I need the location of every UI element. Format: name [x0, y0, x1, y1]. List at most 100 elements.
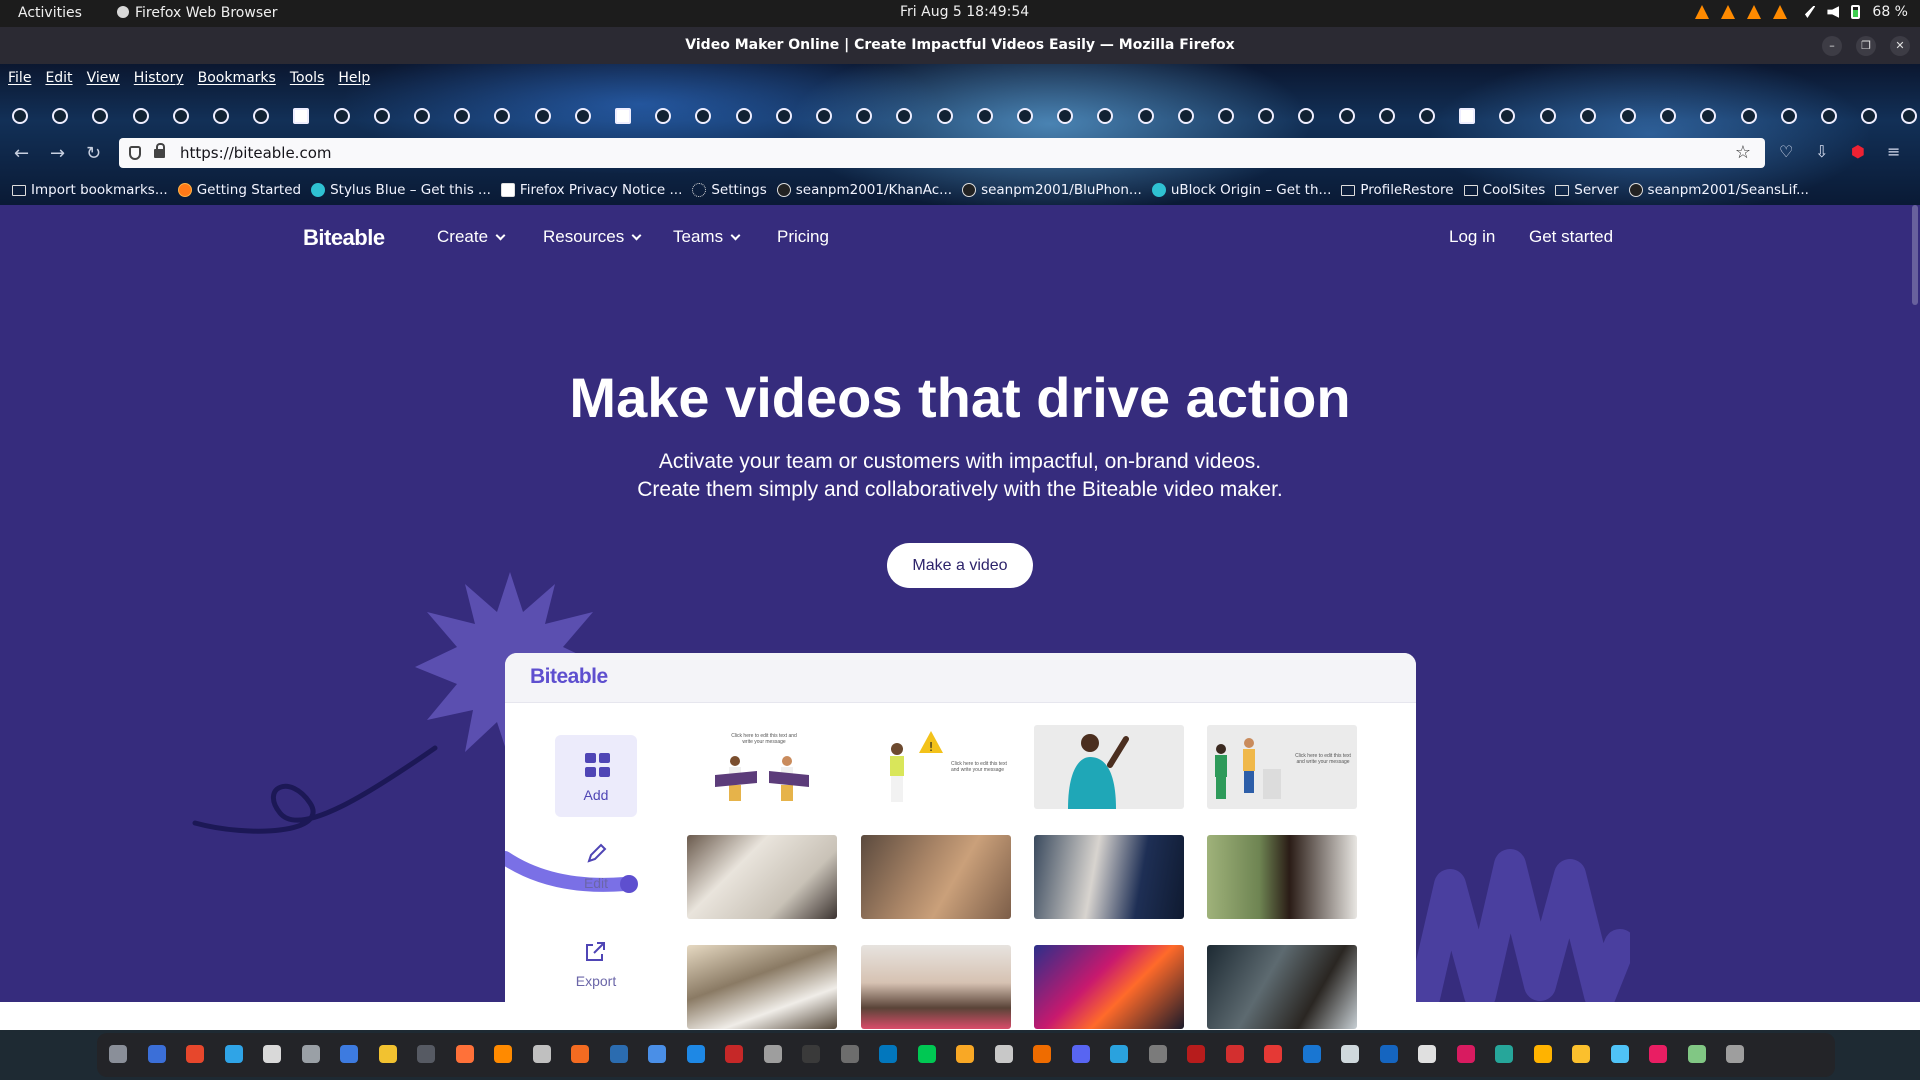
- close-button[interactable]: ✕: [1890, 36, 1910, 56]
- dock-app-icon[interactable]: [1264, 1045, 1282, 1063]
- toolbar-shortcut-icon[interactable]: [454, 108, 471, 124]
- bookmark-item[interactable]: Server: [1555, 182, 1619, 198]
- toolbar-shortcut-icon[interactable]: [1459, 108, 1476, 124]
- url-bar[interactable]: https://biteable.com ☆: [119, 138, 1765, 168]
- speaker-icon[interactable]: [1827, 6, 1840, 18]
- hamburger-menu-icon[interactable]: ≡: [1887, 142, 1900, 161]
- toolbar-shortcut-icon[interactable]: [373, 108, 390, 124]
- vlc-icon[interactable]: [1721, 5, 1736, 19]
- toolbar-shortcut-icon[interactable]: [494, 108, 511, 124]
- dock-app-icon[interactable]: [1110, 1045, 1128, 1063]
- forward-arrow-icon[interactable]: →: [50, 143, 65, 164]
- dock-app-icon[interactable]: [1726, 1045, 1744, 1063]
- url-text[interactable]: https://biteable.com: [180, 144, 331, 162]
- dock-app-icon[interactable]: [571, 1045, 589, 1063]
- toolbar-shortcut-icon[interactable]: [12, 108, 28, 124]
- menu-history[interactable]: History: [134, 70, 184, 86]
- wifi-icon[interactable]: [1799, 6, 1816, 18]
- site-logo[interactable]: Biteable: [303, 225, 385, 251]
- dock-app-icon[interactable]: [455, 1045, 474, 1063]
- page-scrollbar[interactable]: [1912, 205, 1918, 305]
- pocket-icon[interactable]: ♡: [1779, 142, 1793, 161]
- lock-icon[interactable]: [154, 143, 165, 158]
- toolbar-shortcut-icon[interactable]: [574, 108, 591, 124]
- dock-app-icon[interactable]: [109, 1045, 127, 1063]
- dock-app-icon[interactable]: [686, 1045, 705, 1063]
- toolbar-shortcut-icon[interactable]: [1539, 108, 1556, 124]
- toolbar-shortcut-icon[interactable]: [293, 108, 310, 124]
- dock-app-icon[interactable]: [609, 1045, 628, 1063]
- bookmark-item[interactable]: Getting Started: [177, 182, 301, 198]
- template-thumbnail[interactable]: ! Click here to edit this text and write…: [861, 725, 1011, 809]
- bookmark-item[interactable]: Settings: [692, 182, 767, 198]
- dock-app-icon[interactable]: [1187, 1045, 1205, 1063]
- template-thumbnail[interactable]: [1034, 835, 1184, 919]
- template-thumbnail[interactable]: [1207, 835, 1357, 919]
- nav-teams[interactable]: Teams: [673, 227, 741, 247]
- toolbar-shortcut-icon[interactable]: [615, 108, 631, 124]
- toolbar-shortcut-icon[interactable]: [172, 108, 189, 124]
- template-thumbnail[interactable]: [687, 835, 837, 919]
- dock-app-icon[interactable]: [1148, 1045, 1167, 1063]
- dock-app-icon[interactable]: [1379, 1045, 1398, 1063]
- dock-app-icon[interactable]: [648, 1045, 666, 1063]
- toolbar-shortcut-icon[interactable]: [1057, 108, 1074, 124]
- toolbar-shortcut-icon[interactable]: [775, 108, 792, 124]
- toolbar-shortcut-icon[interactable]: [896, 108, 913, 124]
- toolbar-shortcut-icon[interactable]: [1137, 108, 1154, 124]
- dock-app-icon[interactable]: [1572, 1045, 1590, 1063]
- bookmark-item[interactable]: Firefox Privacy Notice ...: [500, 182, 682, 198]
- dock-app-icon[interactable]: [147, 1045, 166, 1063]
- template-thumbnail[interactable]: Click here to edit this text and write y…: [687, 725, 837, 809]
- dock-app-icon[interactable]: [301, 1045, 320, 1063]
- edit-tool[interactable]: Edit: [555, 823, 637, 905]
- dock-app-icon[interactable]: [1649, 1045, 1667, 1063]
- bookmark-item[interactable]: seanpm2001/SeansLif...: [1628, 182, 1809, 198]
- dock-app-icon[interactable]: [725, 1045, 743, 1063]
- menu-bookmarks[interactable]: Bookmarks: [198, 70, 276, 86]
- template-thumbnail[interactable]: [1034, 945, 1184, 1029]
- toolbar-shortcut-icon[interactable]: [1097, 108, 1114, 124]
- bookmark-item[interactable]: seanpm2001/BluPhon...: [962, 182, 1142, 198]
- vlc-icon[interactable]: [1773, 5, 1788, 19]
- menu-help[interactable]: Help: [338, 70, 370, 86]
- system-tray[interactable]: 68 %: [1695, 4, 1908, 20]
- make-video-button[interactable]: Make a video: [887, 543, 1033, 588]
- toolbar-shortcut-icon[interactable]: [816, 108, 832, 124]
- vlc-icon[interactable]: [1695, 5, 1710, 19]
- dock-app-icon[interactable]: [1610, 1045, 1629, 1063]
- toolbar-shortcut-icon[interactable]: [1579, 108, 1596, 124]
- toolbar-shortcut-icon[interactable]: [1017, 108, 1033, 124]
- dock-app-icon[interactable]: [956, 1045, 974, 1063]
- ublock-icon[interactable]: ⬢: [1851, 142, 1865, 161]
- toolbar-shortcut-icon[interactable]: [856, 108, 873, 124]
- toolbar-shortcut-icon[interactable]: [92, 108, 109, 124]
- dock-app-icon[interactable]: [802, 1045, 820, 1063]
- dock-app-icon[interactable]: [1033, 1045, 1051, 1063]
- dock-app-icon[interactable]: [1495, 1045, 1513, 1063]
- window-title-bar[interactable]: Video Maker Online | Create Impactful Vi…: [0, 27, 1920, 64]
- bookmark-item[interactable]: CoolSites: [1463, 182, 1545, 198]
- toolbar-shortcut-icon[interactable]: [1780, 108, 1797, 124]
- toolbar-shortcut-icon[interactable]: [253, 108, 270, 124]
- toolbar-shortcut-icon[interactable]: [534, 108, 551, 124]
- dock-app-icon[interactable]: [1418, 1045, 1436, 1063]
- toolbar-shortcut-icon[interactable]: [1177, 108, 1194, 124]
- dock-app-icon[interactable]: [340, 1045, 358, 1063]
- template-thumbnail[interactable]: [1034, 725, 1184, 809]
- menu-tools[interactable]: Tools: [290, 70, 325, 86]
- reload-icon[interactable]: ↻: [86, 143, 101, 164]
- tracking-shield-icon[interactable]: [129, 146, 141, 160]
- app-menu[interactable]: Firefox Web Browser: [117, 5, 278, 21]
- dock-app-icon[interactable]: [994, 1045, 1013, 1063]
- add-tool[interactable]: Add: [555, 735, 637, 817]
- dock-app-icon[interactable]: [1533, 1045, 1552, 1063]
- toolbar-shortcut-icon[interactable]: [1901, 108, 1918, 124]
- toolbar-shortcut-icon[interactable]: [735, 108, 752, 124]
- toolbar-shortcut-icon[interactable]: [1338, 108, 1355, 124]
- clock[interactable]: Fri Aug 5 18:49:54: [900, 4, 1029, 20]
- vlc-icon[interactable]: [1747, 5, 1762, 19]
- template-thumbnail[interactable]: [1207, 945, 1357, 1029]
- back-arrow-icon[interactable]: ←: [14, 143, 29, 164]
- battery-icon[interactable]: [1851, 5, 1861, 19]
